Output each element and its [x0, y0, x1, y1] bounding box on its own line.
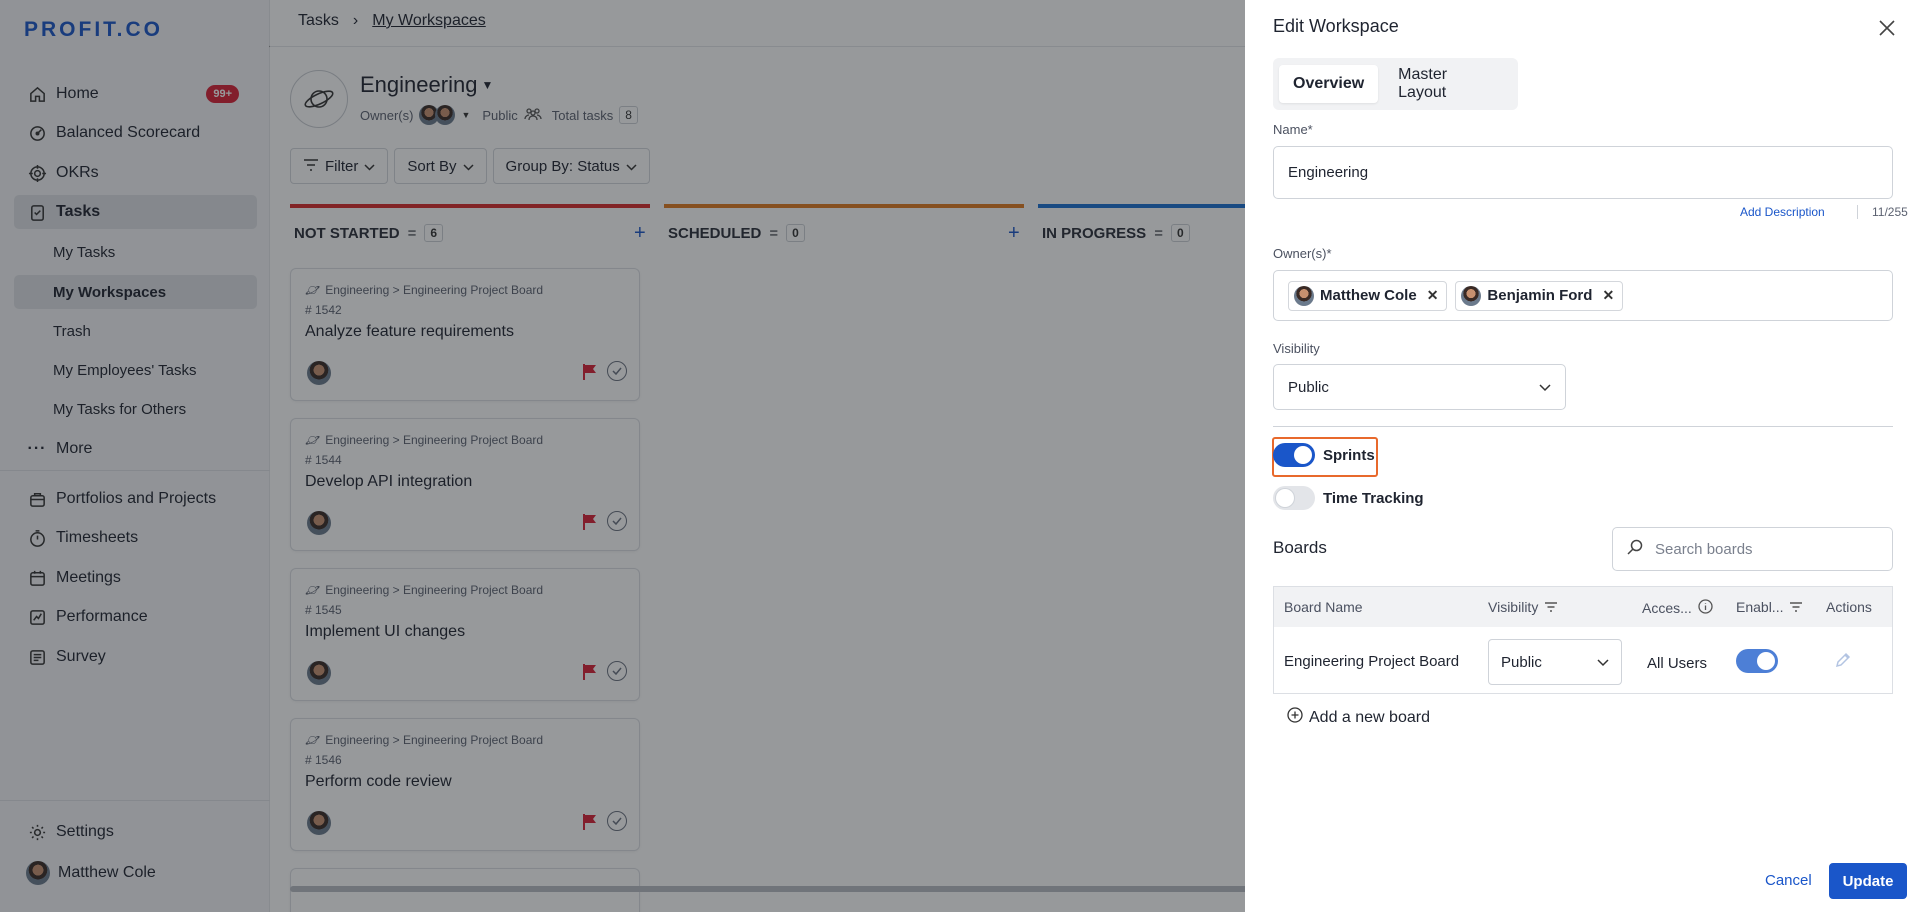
boards-table: Board Name Visibility Acces... Enabl... … [1273, 586, 1893, 694]
visibility-value: Public [1288, 378, 1329, 396]
search-placeholder: Search boards [1655, 540, 1753, 558]
board-visibility-select[interactable]: Public [1488, 639, 1622, 685]
drawer-tabs: Overview Master Layout [1273, 58, 1518, 110]
modal-overlay[interactable] [0, 0, 1245, 912]
header-label: Actions [1826, 599, 1872, 615]
board-access-cell: All Users [1647, 655, 1708, 672]
character-count: 11/255 [1857, 205, 1908, 219]
owners-label: Owner(s)* [1273, 246, 1332, 261]
toggle-knob [1294, 446, 1312, 464]
visibility-select[interactable]: Public [1273, 364, 1566, 410]
chevron-down-icon [1539, 379, 1551, 396]
update-button[interactable]: Update [1829, 863, 1907, 899]
search-boards-input[interactable]: Search boards [1612, 527, 1893, 571]
edit-workspace-drawer: Edit Workspace Overview Master Layout Na… [1245, 0, 1920, 912]
time-tracking-label: Time Tracking [1323, 489, 1424, 507]
board-name-cell: Engineering Project Board [1284, 653, 1460, 670]
table-header: Board Name Visibility Acces... Enabl... … [1274, 587, 1892, 627]
owner-chip: Matthew Cole ✕ [1288, 280, 1448, 311]
avatar [1294, 285, 1314, 306]
filter-icon[interactable] [1544, 599, 1558, 615]
add-description-link[interactable]: Add Description [1740, 205, 1825, 219]
header-actions: Actions [1826, 599, 1872, 615]
owner-name: Benjamin Ford [1487, 287, 1593, 304]
chevron-down-icon [1597, 654, 1609, 671]
name-label: Name* [1273, 122, 1313, 137]
board-visibility-value: Public [1501, 653, 1542, 671]
add-board-label: Add a new board [1309, 708, 1430, 726]
sprints-toggle-row: Sprints [1273, 443, 1375, 467]
avatar [1461, 285, 1482, 306]
add-new-board-button[interactable]: Add a new board [1287, 707, 1430, 728]
tab-master-layout[interactable]: Master Layout [1384, 65, 1512, 103]
header-label: Board Name [1284, 599, 1363, 615]
header-access: Acces... [1642, 599, 1713, 617]
owner-chip: Benjamin Ford ✕ [1455, 280, 1624, 311]
header-label: Enabl... [1736, 599, 1784, 615]
close-icon[interactable] [1875, 16, 1899, 40]
header-board-name: Board Name [1284, 599, 1363, 615]
time-tracking-toggle[interactable] [1273, 486, 1315, 510]
plus-circle-icon [1287, 707, 1303, 728]
section-divider [1273, 426, 1893, 427]
search-icon [1627, 539, 1643, 559]
toggle-knob [1757, 652, 1775, 670]
remove-owner-icon[interactable]: ✕ [1602, 287, 1614, 304]
header-enabled[interactable]: Enabl... [1736, 599, 1803, 615]
name-value: Engineering [1288, 164, 1369, 181]
visibility-label: Visibility [1273, 341, 1320, 356]
board-enabled-toggle[interactable] [1736, 649, 1778, 673]
name-input[interactable]: Engineering [1273, 146, 1893, 199]
owners-field[interactable]: Matthew Cole ✕ Benjamin Ford ✕ [1273, 270, 1893, 321]
filter-icon[interactable] [1789, 599, 1803, 615]
tab-overview[interactable]: Overview [1279, 65, 1379, 103]
header-label: Visibility [1488, 599, 1539, 615]
sprints-toggle[interactable] [1273, 443, 1315, 467]
remove-owner-icon[interactable]: ✕ [1427, 287, 1439, 304]
boards-heading: Boards [1273, 538, 1327, 557]
info-icon[interactable] [1698, 599, 1713, 617]
sprints-label: Sprints [1323, 446, 1375, 464]
time-tracking-toggle-row: Time Tracking [1273, 486, 1424, 510]
owner-name: Matthew Cole [1320, 287, 1417, 304]
header-visibility[interactable]: Visibility [1488, 599, 1558, 615]
toggle-knob [1276, 489, 1294, 507]
cancel-button[interactable]: Cancel [1765, 872, 1812, 889]
drawer-title: Edit Workspace [1273, 16, 1399, 36]
header-label: Acces... [1642, 600, 1692, 616]
edit-pencil-icon[interactable] [1834, 651, 1852, 672]
